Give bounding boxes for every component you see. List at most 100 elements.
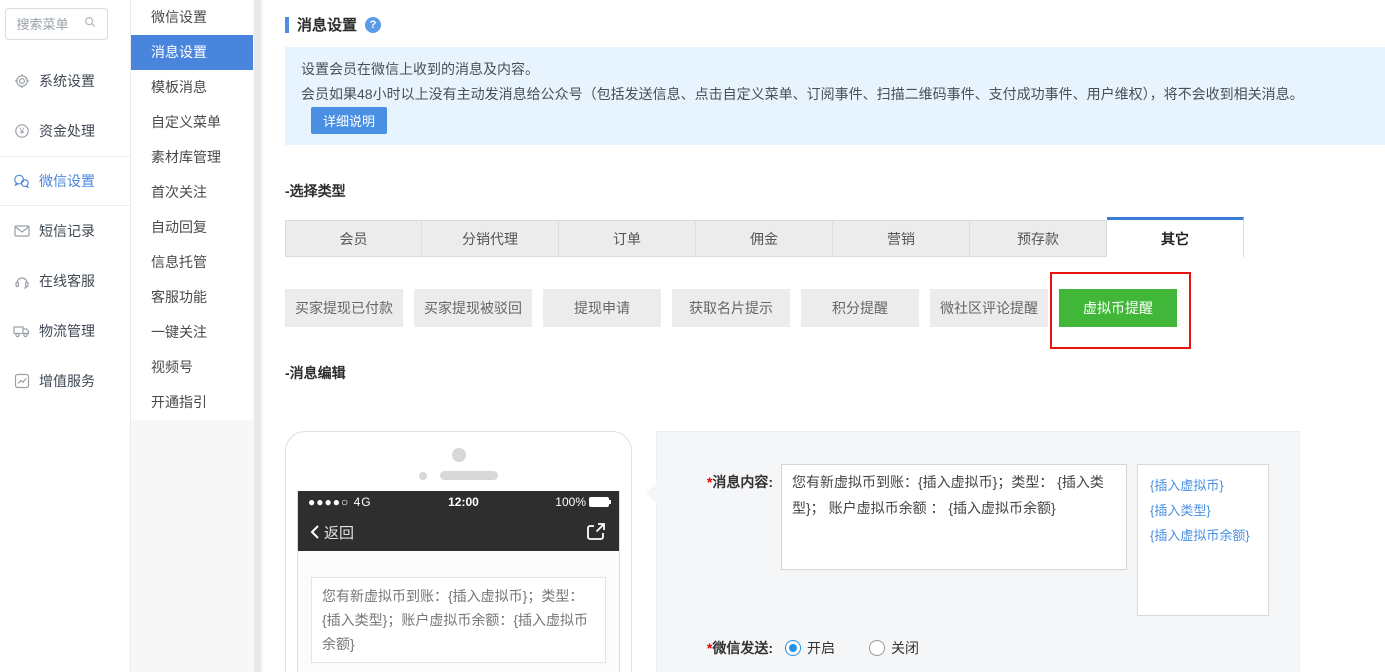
phone-mockup: ●●●●○ 4G 12:00 100% 返回 您有新虚拟币到账：{插入虚拟币}；… bbox=[285, 431, 632, 672]
message-edit-heading: -消息编辑 bbox=[285, 365, 346, 381]
battery-icon bbox=[589, 497, 611, 507]
primary-nav: 系统设置 ¥ 资金处理 微信设置 短信记录 在线客服 物流管理 增值服务 bbox=[0, 56, 130, 406]
camera-row bbox=[286, 471, 631, 480]
submenu-item-message-settings[interactable]: 消息设置 bbox=[131, 35, 253, 70]
submenu-item-auto-reply[interactable]: 自动回复 bbox=[131, 210, 253, 245]
insert-link-virtual-currency[interactable]: {插入虚拟币} bbox=[1150, 473, 1256, 498]
page-title: 消息设置 bbox=[297, 17, 358, 34]
signal-text: ●●●●○ 4G bbox=[308, 495, 372, 509]
headset-icon bbox=[13, 273, 30, 290]
sidebar-item-logistics[interactable]: 物流管理 bbox=[0, 306, 130, 356]
tab-member[interactable]: 会员 bbox=[285, 220, 422, 257]
content-row: *消息内容: 您有新虚拟币到账：{插入虚拟币}；类型： {插入类型}； 账户虚拟… bbox=[681, 464, 1299, 616]
radio-off-icon[interactable] bbox=[869, 640, 885, 656]
submenu-item-video-account[interactable]: 视频号 bbox=[131, 350, 253, 385]
tab-marketing[interactable]: 营销 bbox=[833, 220, 970, 257]
select-type-heading: -选择类型 bbox=[285, 183, 346, 199]
message-content-textarea[interactable]: 您有新虚拟币到账：{插入虚拟币}；类型： {插入类型}； 账户虚拟币余额 ： {… bbox=[781, 464, 1127, 570]
sidebar-item-funds-processing[interactable]: ¥ 资金处理 bbox=[0, 106, 130, 156]
sidebar-item-label: 微信设置 bbox=[39, 173, 95, 189]
submenu-item-one-key-follow[interactable]: 一键关注 bbox=[131, 315, 253, 350]
yuan-icon: ¥ bbox=[13, 123, 30, 140]
speaker-bar bbox=[440, 471, 498, 480]
submenu-item-template-message[interactable]: 模板消息 bbox=[131, 70, 253, 105]
btn-withdraw-rejected[interactable]: 买家提现被驳回 bbox=[414, 289, 532, 327]
message-edit-form: *消息内容: 您有新虚拟币到账：{插入虚拟币}；类型： {插入类型}； 账户虚拟… bbox=[646, 431, 1300, 672]
tab-deposit[interactable]: 预存款 bbox=[970, 220, 1107, 257]
type-buttons-row: 买家提现已付款 买家提现被驳回 提现申请 获取名片提示 积分提醒 微社区评论提醒… bbox=[285, 272, 1385, 349]
btn-points-reminder[interactable]: 积分提醒 bbox=[801, 289, 919, 327]
sidebar-item-label: 资金处理 bbox=[39, 123, 95, 139]
sidebar-item-value-added[interactable]: 增值服务 bbox=[0, 356, 130, 406]
submenu-scrollbar[interactable] bbox=[254, 0, 261, 672]
wechat-send-label: *微信发送: bbox=[706, 640, 773, 656]
speaker-dot bbox=[451, 448, 466, 462]
submenu-item-first-follow[interactable]: 首次关注 bbox=[131, 175, 253, 210]
radio-on-label: 开启 bbox=[807, 640, 835, 656]
share-icon[interactable] bbox=[585, 522, 607, 542]
submenu-item-material-library[interactable]: 素材库管理 bbox=[131, 140, 253, 175]
phone-screen-content: 您有新虚拟币到账：{插入虚拟币}；类型：{插入类型}；账户虚拟币余额：{插入虚拟… bbox=[298, 551, 619, 672]
notice-line1: 设置会员在微信上收到的消息及内容。 bbox=[301, 61, 539, 77]
tab-commission[interactable]: 佣金 bbox=[696, 220, 833, 257]
battery-percent: 100% bbox=[555, 495, 586, 509]
sidebar-item-label: 在线客服 bbox=[39, 273, 95, 289]
sidebar-item-sms-records[interactable]: 短信记录 bbox=[0, 206, 130, 256]
btn-virtual-currency-reminder[interactable]: 虚拟币提醒 bbox=[1059, 289, 1177, 327]
message-edit-area: ●●●●○ 4G 12:00 100% 返回 您有新虚拟币到账：{插入虚拟币}；… bbox=[285, 431, 1385, 672]
radio-on-icon[interactable] bbox=[785, 640, 801, 656]
btn-withdraw-apply[interactable]: 提现申请 bbox=[543, 289, 661, 327]
wechat-send-row: *微信发送: 开启 关闭 bbox=[681, 638, 1299, 658]
time-text: 12:00 bbox=[448, 495, 479, 509]
submenu-item-wechat-settings[interactable]: 微信设置 bbox=[131, 0, 253, 35]
wechat-icon bbox=[13, 173, 30, 190]
main-content: 消息设置 ? 设置会员在微信上收到的消息及内容。 会员如果48小时以上没有主动发… bbox=[263, 0, 1385, 672]
phone-screen: ●●●●○ 4G 12:00 100% 返回 您有新虚拟币到账：{插入虚拟币}；… bbox=[297, 491, 620, 672]
insert-link-balance[interactable]: {插入虚拟币余额} bbox=[1150, 523, 1256, 548]
title-accent-bar bbox=[285, 16, 289, 33]
sidebar-item-online-service[interactable]: 在线客服 bbox=[0, 256, 130, 306]
btn-community-comment-reminder[interactable]: 微社区评论提醒 bbox=[930, 289, 1048, 327]
detail-button[interactable]: 详细说明 bbox=[311, 107, 388, 134]
sidebar-item-label: 短信记录 bbox=[39, 223, 95, 239]
radio-off-label: 关闭 bbox=[891, 640, 919, 656]
sidebar-item-system-settings[interactable]: 系统设置 bbox=[0, 56, 130, 106]
search-input[interactable] bbox=[16, 16, 79, 32]
virtual-currency-button-wrap: 虚拟币提醒 bbox=[1050, 272, 1191, 349]
submenu-item-custom-menu[interactable]: 自定义菜单 bbox=[131, 105, 253, 140]
radio-option-off[interactable]: 关闭 bbox=[869, 638, 919, 658]
btn-withdraw-paid[interactable]: 买家提现已付款 bbox=[285, 289, 403, 327]
insert-link-type[interactable]: {插入类型} bbox=[1150, 498, 1256, 523]
primary-sidebar: 系统设置 ¥ 资金处理 微信设置 短信记录 bbox=[0, 0, 131, 672]
tab-other[interactable]: 其它 bbox=[1107, 217, 1244, 257]
back-chevron-icon bbox=[310, 524, 320, 540]
submenu-list: 微信设置 消息设置 模板消息 自定义菜单 素材库管理 首次关注 自动回复 信息托… bbox=[131, 0, 253, 420]
app-window: 系统设置 ¥ 资金处理 微信设置 短信记录 bbox=[0, 0, 1385, 672]
panel-notch bbox=[646, 482, 657, 504]
sidebar-item-wechat-settings[interactable]: 微信设置 bbox=[0, 156, 130, 206]
sidebar-item-label: 物流管理 bbox=[39, 323, 95, 339]
btn-namecard-tip[interactable]: 获取名片提示 bbox=[672, 289, 790, 327]
notice-box: 设置会员在微信上收到的消息及内容。 会员如果48小时以上没有主动发消息给公众号（… bbox=[285, 47, 1385, 145]
phone-nav-bar: 返回 bbox=[298, 513, 619, 551]
back-button[interactable]: 返回 bbox=[324, 522, 354, 543]
message-content-label: *消息内容: bbox=[706, 474, 773, 490]
secondary-sidebar: 微信设置 消息设置 模板消息 自定义菜单 素材库管理 首次关注 自动回复 信息托… bbox=[131, 0, 263, 672]
tab-order[interactable]: 订单 bbox=[559, 220, 696, 257]
truck-icon bbox=[13, 323, 30, 340]
radio-option-on[interactable]: 开启 bbox=[785, 638, 835, 658]
menu-search-box[interactable] bbox=[5, 8, 108, 40]
sidebar-item-label: 增值服务 bbox=[39, 373, 95, 389]
search-icon bbox=[83, 15, 97, 34]
message-preview: 您有新虚拟币到账：{插入虚拟币}；类型：{插入类型}；账户虚拟币余额：{插入虚拟… bbox=[311, 577, 606, 663]
insert-panel: {插入虚拟币} {插入类型} {插入虚拟币余额} bbox=[1137, 464, 1269, 616]
submenu-item-service-function[interactable]: 客服功能 bbox=[131, 280, 253, 315]
submenu-item-guide[interactable]: 开通指引 bbox=[131, 385, 253, 420]
envelope-icon bbox=[13, 223, 30, 240]
help-icon[interactable]: ? bbox=[365, 16, 382, 33]
tab-distribution[interactable]: 分销代理 bbox=[422, 220, 559, 257]
page-title-row: 消息设置 ? bbox=[285, 14, 1385, 35]
status-bar: ●●●●○ 4G 12:00 100% bbox=[298, 491, 619, 513]
submenu-item-info-hosting[interactable]: 信息托管 bbox=[131, 245, 253, 280]
type-tabs: 会员 分销代理 订单 佣金 营销 预存款 其它 bbox=[285, 217, 1385, 257]
